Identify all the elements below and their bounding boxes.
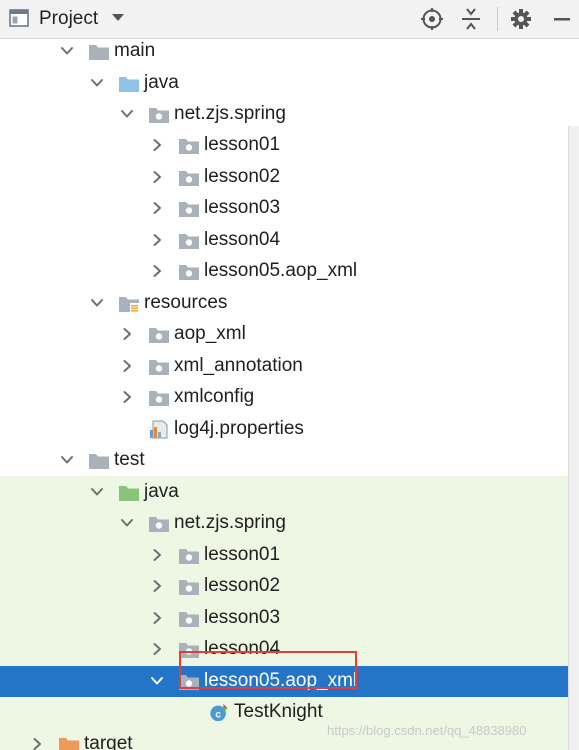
- chevron-down-icon[interactable]: [90, 485, 104, 499]
- properties-file-icon: [150, 420, 168, 439]
- chevron-right-icon[interactable]: [150, 611, 164, 625]
- tree-item-label: target: [84, 733, 133, 750]
- tree-item-java[interactable]: java: [0, 477, 579, 508]
- chevron-down-icon[interactable]: [60, 44, 74, 58]
- tree-item-label: lesson05.aop_xml: [204, 260, 358, 281]
- tree-item-label: main: [114, 40, 156, 61]
- tree-item-label: resources: [144, 292, 228, 313]
- project-view-title[interactable]: Project: [39, 8, 98, 30]
- tree-item-aop-xml[interactable]: aop_xml: [0, 319, 579, 350]
- tree-item-label: aop_xml: [174, 323, 246, 344]
- tree-item-label: xmlconfig: [174, 386, 255, 407]
- tree-item-label: lesson02: [204, 575, 281, 596]
- watermark-text: https://blog.csdn.net/qq_48838980: [327, 723, 527, 738]
- tree-item-log4j-properties[interactable]: log4j.properties: [0, 414, 579, 445]
- tree-item-label: lesson03: [204, 197, 281, 218]
- toolbar-separator: [497, 7, 498, 31]
- chevron-right-icon[interactable]: [150, 233, 164, 247]
- folder-icon: [89, 45, 109, 60]
- chevron-right-icon[interactable]: [150, 548, 164, 562]
- project-view-icon: [9, 9, 29, 27]
- package-icon: [149, 108, 169, 123]
- package-icon: [149, 517, 169, 532]
- folder-icon: [89, 454, 109, 469]
- chevron-down-icon[interactable]: [120, 107, 134, 121]
- collapse-all-icon[interactable]: [458, 6, 484, 32]
- tree-item-label: lesson01: [204, 544, 281, 565]
- tree-item-label: TestKnight: [234, 701, 323, 722]
- package-icon: [179, 580, 199, 595]
- resources-folder-icon: [119, 297, 139, 312]
- chevron-down-icon[interactable]: [150, 674, 164, 688]
- tree-item-lesson02[interactable]: lesson02: [0, 571, 579, 602]
- tree-item-lesson02[interactable]: lesson02: [0, 162, 579, 193]
- settings-icon[interactable]: [508, 6, 534, 32]
- minimize-icon[interactable]: [549, 6, 575, 32]
- locate-icon[interactable]: [419, 6, 445, 32]
- chevron-right-icon[interactable]: [150, 264, 164, 278]
- package-icon: [149, 360, 169, 375]
- tree-item-net-zjs-spring[interactable]: net.zjs.spring: [0, 99, 579, 130]
- project-toolbar: Project: [0, 0, 579, 39]
- tree-item-lesson04[interactable]: lesson04: [0, 225, 579, 256]
- annotation-highlight-box: [179, 651, 357, 689]
- chevron-right-icon[interactable]: [30, 737, 44, 750]
- chevron-right-icon[interactable]: [120, 327, 134, 341]
- package-icon: [179, 265, 199, 280]
- package-icon: [179, 171, 199, 186]
- tree-item-label: log4j.properties: [174, 418, 304, 439]
- chevron-right-icon[interactable]: [150, 201, 164, 215]
- excluded-folder-icon: [59, 738, 79, 750]
- tree-item-resources[interactable]: resources: [0, 288, 579, 319]
- tree-item-label: java: [144, 72, 179, 93]
- test-source-folder-icon: [119, 486, 139, 501]
- tree-item-label: net.zjs.spring: [174, 103, 286, 124]
- tree-item-label: java: [144, 481, 179, 502]
- chevron-down-icon[interactable]: [60, 453, 74, 467]
- package-icon: [179, 612, 199, 627]
- dropdown-arrow-icon[interactable]: [111, 13, 125, 23]
- tree-item-java[interactable]: java: [0, 68, 579, 99]
- package-icon: [179, 139, 199, 154]
- vertical-scrollbar[interactable]: [568, 126, 579, 750]
- tree-item-label: net.zjs.spring: [174, 512, 286, 533]
- tree-item-label: lesson04: [204, 229, 281, 250]
- project-tree: main java net.zjs.spring lesson01 lesson02 le…: [0, 38, 579, 750]
- tree-item-label: test: [114, 449, 145, 470]
- chevron-right-icon[interactable]: [150, 642, 164, 656]
- tree-item-lesson03[interactable]: lesson03: [0, 193, 579, 224]
- tree-item-label: lesson03: [204, 607, 281, 628]
- chevron-right-icon[interactable]: [120, 359, 134, 373]
- chevron-right-icon[interactable]: [150, 579, 164, 593]
- chevron-down-icon[interactable]: [90, 76, 104, 90]
- package-icon: [149, 328, 169, 343]
- source-folder-icon: [119, 77, 139, 92]
- tree-item-lesson03[interactable]: lesson03: [0, 603, 579, 634]
- tree-item-label: lesson02: [204, 166, 281, 187]
- tree-item-main[interactable]: main: [0, 38, 579, 67]
- package-icon: [179, 549, 199, 564]
- chevron-down-icon[interactable]: [120, 516, 134, 530]
- package-icon: [149, 391, 169, 406]
- svg-text:c: c: [215, 709, 221, 720]
- chevron-right-icon[interactable]: [150, 138, 164, 152]
- tree-item-lesson05-aop-xml[interactable]: lesson05.aop_xml: [0, 256, 579, 287]
- chevron-right-icon[interactable]: [120, 390, 134, 404]
- tree-item-lesson01[interactable]: lesson01: [0, 540, 579, 571]
- tree-item-xmlconfig[interactable]: xmlconfig: [0, 382, 579, 413]
- chevron-down-icon[interactable]: [90, 296, 104, 310]
- tree-item-label: lesson01: [204, 134, 281, 155]
- chevron-right-icon[interactable]: [150, 170, 164, 184]
- tree-item-xml-annotation[interactable]: xml_annotation: [0, 351, 579, 382]
- tree-item-label: xml_annotation: [174, 355, 303, 376]
- tree-item-net-zjs-spring[interactable]: net.zjs.spring: [0, 508, 579, 539]
- package-icon: [179, 234, 199, 249]
- tree-item-test[interactable]: test: [0, 445, 579, 476]
- package-icon: [179, 202, 199, 217]
- tree-item-lesson01[interactable]: lesson01: [0, 130, 579, 161]
- java-class-icon: c: [210, 703, 228, 722]
